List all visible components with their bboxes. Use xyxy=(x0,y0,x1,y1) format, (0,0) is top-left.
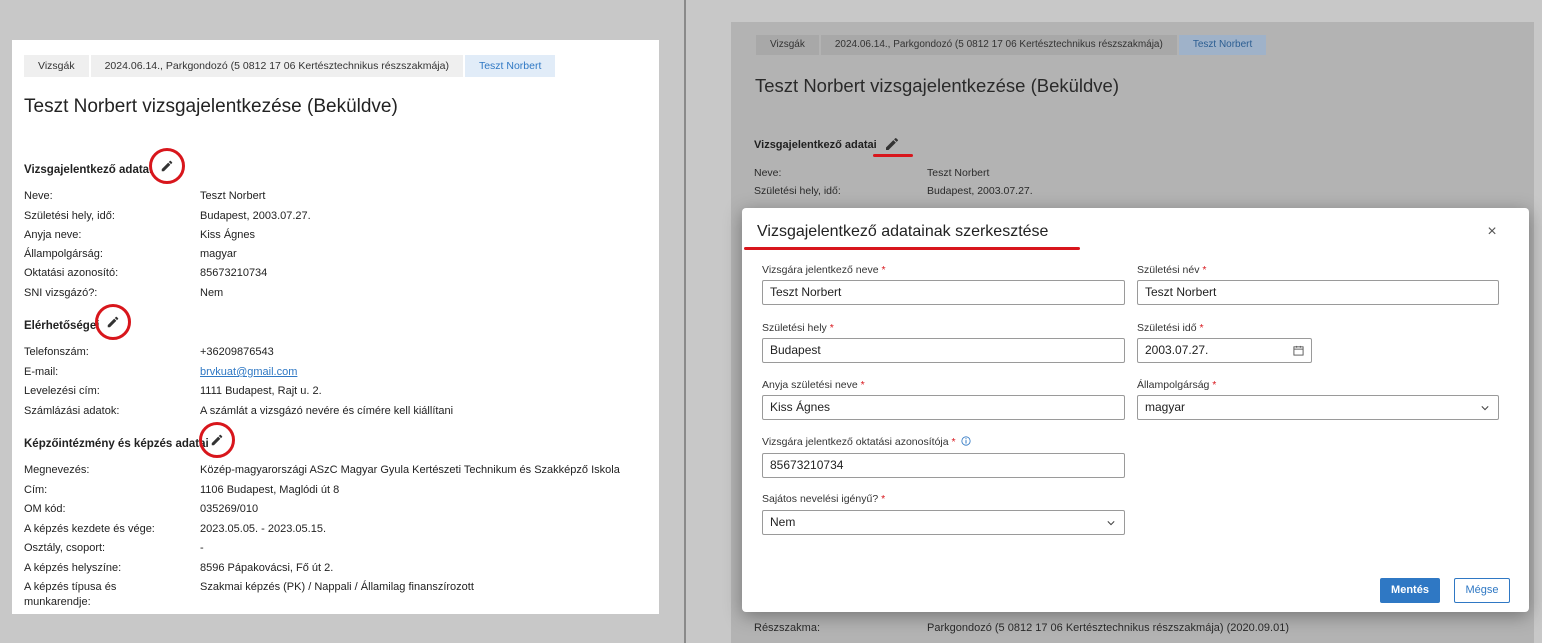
section-title-institution: Képzőintézmény és képzés adatai xyxy=(24,438,209,450)
close-icon[interactable]: × xyxy=(1485,224,1499,240)
cancel-button[interactable]: Mégse xyxy=(1454,578,1510,603)
info-row: OM kód: 035269/010 xyxy=(24,503,259,515)
info-row: Állampolgárság: magyar xyxy=(24,248,237,260)
info-row: Neve: Teszt Norbert xyxy=(24,190,266,202)
panel-divider xyxy=(684,0,686,643)
info-row: Neve: Teszt Norbert xyxy=(754,167,990,179)
pencil-icon[interactable] xyxy=(884,136,900,152)
breadcrumb-item-exams[interactable]: Vizsgák xyxy=(24,55,89,77)
info-row: Cím: 1106 Budapest, Maglódi út 8 xyxy=(24,484,340,496)
birthname-label: Születési név * xyxy=(1137,264,1207,276)
chevron-down-icon xyxy=(1481,406,1489,411)
info-row: Anyja neve: Kiss Ágnes xyxy=(24,229,256,241)
info-row: Születési hely, idő: Budapest, 2003.07.27… xyxy=(24,210,311,222)
save-button[interactable]: Mentés xyxy=(1380,578,1440,603)
page-title: Teszt Norbert vizsgajelentkezése (Beküld… xyxy=(24,96,398,117)
info-row: Születési hely, idő: Budapest, 2003.07.27… xyxy=(754,185,1033,197)
citizenship-label: Állampolgárság * xyxy=(1137,379,1217,391)
breadcrumb-item-current: Teszt Norbert xyxy=(464,55,556,77)
mother-name-input[interactable]: Kiss Ágnes xyxy=(762,395,1125,420)
left-page-card: Vizsgák 2024.06.14., Parkgondozó (5 0812… xyxy=(12,40,659,614)
pencil-icon xyxy=(211,434,223,446)
breadcrumb-item-exam[interactable]: 2024.06.14., Parkgondozó (5 0812 17 06 K… xyxy=(90,55,463,77)
birthdate-label: Születési idő * xyxy=(1137,322,1204,334)
page-title: Teszt Norbert vizsgajelentkezése (Beküld… xyxy=(755,75,1119,96)
section-title-contacts: Elérhetőségei xyxy=(24,320,100,332)
pencil-icon xyxy=(161,160,173,172)
birthname-input[interactable]: Teszt Norbert xyxy=(1137,280,1499,305)
birthplace-label: Születési hely * xyxy=(762,322,834,334)
breadcrumb: Vizsgák 2024.06.14., Parkgondozó (5 0812… xyxy=(24,55,556,77)
info-row: Megnevezés: Közép-magyarországi ASzC Magy… xyxy=(24,464,620,476)
info-row: munkarendje: xyxy=(24,596,91,608)
calendar-icon[interactable] xyxy=(1293,345,1304,356)
highlight-underline xyxy=(873,154,913,157)
birthdate-input[interactable]: 2003.07.27. xyxy=(1137,338,1312,363)
highlight-underline xyxy=(744,247,1080,250)
breadcrumb-item-exams[interactable]: Vizsgák xyxy=(756,35,819,55)
birthplace-input[interactable]: Budapest xyxy=(762,338,1125,363)
edit-contacts-button[interactable] xyxy=(95,304,131,340)
info-row: Oktatási azonosító: 85673210734 xyxy=(24,267,268,279)
section-title-applicant: Vizsgajelentkező adatai xyxy=(754,139,877,151)
info-row: Levelezési cím: 1111 Budapest, Rajt u. 2. xyxy=(24,385,322,397)
edit-institution-button[interactable] xyxy=(199,422,235,458)
pencil-icon xyxy=(107,316,119,328)
info-row: A képzés helyszíne: 8596 Pápakovácsi, Fő … xyxy=(24,562,334,574)
info-icon[interactable] xyxy=(960,436,971,446)
education-id-input[interactable]: 85673210734 xyxy=(762,453,1125,478)
chevron-down-icon xyxy=(1107,521,1115,526)
section-title-applicant: Vizsgajelentkező adatai xyxy=(24,164,153,176)
modal-title: Vizsgajelentkező adatainak szerkesztése xyxy=(757,223,1049,240)
info-row: Osztály, csoport: - xyxy=(24,542,204,554)
info-row: E-mail: brvkuat@gmail.com xyxy=(24,364,298,380)
mother-name-label: Anyja születési neve * xyxy=(762,379,865,391)
sni-label: Sajátos nevelési igényű? * xyxy=(762,493,886,505)
info-row: A képzés típusa és Szakmai képzés (PK) / … xyxy=(24,581,474,593)
edit-applicant-modal: Vizsgajelentkező adatainak szerkesztése … xyxy=(742,208,1529,612)
sni-select[interactable]: Nem xyxy=(762,510,1125,535)
edit-applicant-button[interactable] xyxy=(149,148,185,184)
breadcrumb-item-exam[interactable]: 2024.06.14., Parkgondozó (5 0812 17 06 K… xyxy=(820,35,1177,55)
email-link[interactable]: brvkuat@gmail.com xyxy=(200,364,297,380)
info-row: A képzés kezdete és vége: 2023.05.05. - 2… xyxy=(24,523,326,535)
citizenship-select[interactable]: magyar xyxy=(1137,395,1499,420)
name-input[interactable]: Teszt Norbert xyxy=(762,280,1125,305)
breadcrumb: Vizsgák 2024.06.14., Parkgondozó (5 0812… xyxy=(756,35,1267,55)
education-id-label: Vizsgára jelentkező oktatási azonosítója… xyxy=(762,436,971,448)
info-row: Telefonszám: +36209876543 xyxy=(24,346,274,358)
info-row: SNI vizsgázó?: Nem xyxy=(24,287,224,299)
info-row: Számlázási adatok: A számlát a vizsgázó n… xyxy=(24,405,454,417)
breadcrumb-item-current: Teszt Norbert xyxy=(1178,35,1267,55)
name-label: Vizsgára jelentkező neve * xyxy=(762,264,886,276)
